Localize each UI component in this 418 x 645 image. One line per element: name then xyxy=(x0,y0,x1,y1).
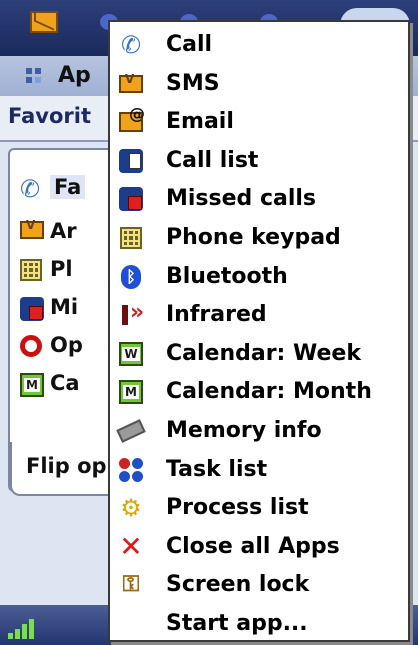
calendar-week-icon: W xyxy=(118,341,144,367)
apps-row-label: Ap xyxy=(58,63,91,88)
keypad-icon xyxy=(20,259,44,283)
menu-item-sms[interactable]: SMS xyxy=(110,65,408,104)
menu-item-label: Bluetooth xyxy=(166,263,288,289)
favorites-header-label: Favorit xyxy=(8,104,91,128)
menu-item-label: Memory info xyxy=(166,418,322,443)
menu-item-calendar-week[interactable]: W Calendar: Week xyxy=(110,335,408,374)
menu-item-label: Close all Apps xyxy=(166,533,340,559)
task-list-icon xyxy=(118,457,144,483)
apps-grid-icon xyxy=(26,68,42,84)
tab-flip-options-label: Flip op xyxy=(26,454,107,478)
menu-item-label: Calendar: Week xyxy=(166,340,361,366)
calendar-icon: M xyxy=(20,373,44,397)
envelope-icon xyxy=(20,218,44,245)
menu-item-label: Call xyxy=(166,32,213,57)
opera-icon xyxy=(20,335,44,359)
menu-item-call[interactable]: ✆ Call xyxy=(110,26,408,65)
menu-item-missed-calls[interactable]: Missed calls xyxy=(110,180,408,219)
menu-item-email[interactable]: Email xyxy=(110,103,408,142)
favorite-item-label: Op xyxy=(50,333,83,357)
missed-calls-icon xyxy=(118,186,144,212)
favorite-item-label: Fa xyxy=(50,175,86,199)
menu-item-calendar-month[interactable]: M Calendar: Month xyxy=(110,373,408,412)
menu-item-close-all-apps[interactable]: ✕ Close all Apps xyxy=(110,528,408,567)
menu-item-label: Calendar: Month xyxy=(166,379,372,405)
menu-item-process-list[interactable]: ⚙ Process list xyxy=(110,489,408,528)
menu-item-label: Infrared xyxy=(166,302,267,328)
menu-item-infrared[interactable]: Infrared xyxy=(110,296,408,335)
menu-item-label: Start app... xyxy=(166,611,308,636)
menu-item-call-list[interactable]: Call list xyxy=(110,142,408,181)
menu-item-bluetooth[interactable]: ᛒ Bluetooth xyxy=(110,258,408,297)
menu-item-label: Task list xyxy=(166,456,268,482)
gear-icon: ⚙ xyxy=(120,494,142,523)
bluetooth-icon: ᛒ xyxy=(118,264,144,290)
menu-item-label: Email xyxy=(166,109,234,135)
menu-item-start-app[interactable]: Start app... xyxy=(110,605,408,644)
call-list-icon xyxy=(118,148,144,174)
close-icon: ✕ xyxy=(119,529,143,563)
signal-strength-icon xyxy=(8,615,38,639)
favorite-item-label: Ca xyxy=(50,371,80,395)
phone-icon: ✆ xyxy=(20,175,41,203)
menu-item-task-list[interactable]: Task list xyxy=(110,451,408,490)
menu-item-label: Call list xyxy=(166,147,259,173)
memory-chip-icon xyxy=(116,418,146,444)
menu-item-screen-lock[interactable]: ⚿ Screen lock xyxy=(110,566,408,605)
menu-item-phone-keypad[interactable]: Phone keypad xyxy=(110,219,408,258)
menu-item-label: SMS xyxy=(166,70,220,96)
message-notification-icon[interactable] xyxy=(30,11,58,33)
key-icon: ⚿ xyxy=(122,572,140,598)
email-icon xyxy=(118,104,145,135)
menu-item-memory-info[interactable]: Memory info xyxy=(110,412,408,451)
menu-item-label: Screen lock xyxy=(166,572,310,598)
favorite-item-label: Ar xyxy=(50,219,77,243)
calendar-month-icon: M xyxy=(118,379,144,405)
keypad-icon xyxy=(118,225,144,251)
infrared-icon xyxy=(118,300,144,328)
context-menu[interactable]: ✆ Call SMS Email Call list Missed calls … xyxy=(108,20,410,642)
favorite-item-label: Mi xyxy=(50,295,79,319)
favorite-item-label: Pl xyxy=(50,257,73,281)
menu-item-label: Process list xyxy=(166,495,309,521)
envelope-icon xyxy=(118,71,144,97)
phone-icon: ✆ xyxy=(120,31,142,59)
menu-item-label: Missed calls xyxy=(166,186,317,212)
menu-item-label: Phone keypad xyxy=(166,225,341,250)
missed-calls-icon xyxy=(20,297,44,321)
